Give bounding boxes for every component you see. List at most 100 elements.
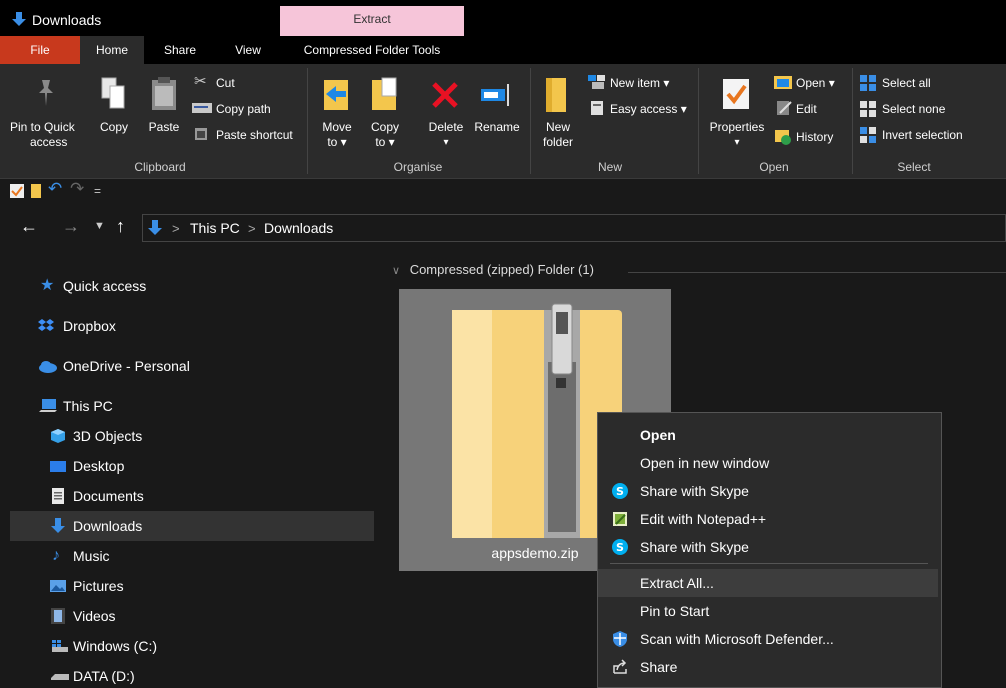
paste-shortcut-button[interactable]: Paste shortcut xyxy=(192,126,302,144)
edit-pencil-icon xyxy=(777,101,792,115)
menu-item-scan-with-defender[interactable]: Scan with Microsoft Defender... xyxy=(598,625,938,653)
nav-item-label: Downloads xyxy=(73,518,143,534)
rename-icon xyxy=(481,84,509,106)
menu-item-share[interactable]: Share xyxy=(598,653,938,681)
nav-item-pictures[interactable]: Pictures xyxy=(0,571,376,601)
tab-file[interactable]: File xyxy=(0,36,80,64)
pin-to-quick-access-button[interactable]: Pin to Quick access xyxy=(0,68,92,154)
properties-label: Properties xyxy=(709,120,765,134)
nav-item-label: Documents xyxy=(73,488,144,504)
copy-to-button[interactable]: Copy to ▾ xyxy=(364,68,406,154)
clipboard-icon xyxy=(152,77,176,110)
invert-selection-button[interactable]: Invert selection xyxy=(860,126,990,144)
cut-label: Cut xyxy=(216,76,235,90)
open-button[interactable]: Open ▾ xyxy=(774,74,850,92)
undo-icon[interactable]: ↶ xyxy=(48,179,62,199)
select-none-icon xyxy=(860,101,876,117)
nav-item-dropbox[interactable]: Dropbox xyxy=(0,311,376,341)
menu-item-label: Extract All... xyxy=(640,575,714,591)
download-arrow-icon xyxy=(12,12,26,26)
copy-folder-icon xyxy=(372,77,397,110)
delete-button[interactable]: Delete ▾ xyxy=(424,68,468,154)
nav-item-label: Videos xyxy=(73,608,116,624)
dropbox-icon xyxy=(38,319,54,331)
move-label-2: to ▾ xyxy=(327,135,347,149)
tab-home[interactable]: Home xyxy=(80,36,144,64)
nav-item-downloads[interactable]: Downloads xyxy=(10,511,374,541)
star-icon: ★ xyxy=(40,277,55,294)
new-folder-button[interactable]: New folder xyxy=(536,68,580,154)
title-bar xyxy=(0,0,1006,36)
edit-button[interactable]: Edit xyxy=(774,100,850,118)
copy-path-button[interactable]: Copy path xyxy=(192,100,302,118)
new-folder-qat-icon[interactable] xyxy=(30,183,42,199)
nav-item-onedrive[interactable]: OneDrive - Personal xyxy=(0,351,376,381)
move-to-button[interactable]: Move to ▾ xyxy=(316,68,358,154)
nav-item-this-pc[interactable]: This PC xyxy=(0,391,376,421)
tab-compressed-folder-tools[interactable]: Compressed Folder Tools xyxy=(280,36,464,64)
nav-item-videos[interactable]: Videos xyxy=(0,601,376,631)
history-icon xyxy=(775,130,791,145)
open-label: Open ▾ xyxy=(796,76,835,90)
group-divider xyxy=(530,68,531,174)
menu-item-label: Share xyxy=(640,659,678,675)
select-all-label: Select all xyxy=(882,76,931,90)
nav-item-music[interactable]: ♪ Music xyxy=(0,541,376,571)
menu-item-pin-to-start[interactable]: Pin to Start xyxy=(598,597,938,625)
breadcrumb-downloads[interactable]: Downloads xyxy=(264,220,333,236)
nav-item-data-d[interactable]: DATA (D:) xyxy=(0,661,376,688)
windows-drive-icon xyxy=(52,640,68,652)
select-none-button[interactable]: Select none xyxy=(860,100,980,118)
nav-item-windows-c[interactable]: Windows (C:) xyxy=(0,631,376,661)
rename-label: Rename xyxy=(474,120,520,134)
group-divider xyxy=(852,68,853,174)
rename-button[interactable]: Rename xyxy=(472,68,522,154)
group-header[interactable]: ∨ Compressed (zipped) Folder (1) xyxy=(392,262,594,277)
menu-item-share-with-skype-2[interactable]: S Share with Skype xyxy=(598,533,938,561)
breadcrumb-this-pc[interactable]: This PC xyxy=(190,220,240,236)
copy-icon xyxy=(101,77,125,109)
skype-icon: S xyxy=(612,539,628,555)
menu-item-label: Share with Skype xyxy=(640,539,749,555)
nav-item-documents[interactable]: Documents xyxy=(0,481,376,511)
menu-item-edit-with-notepadpp[interactable]: Edit with Notepad++ xyxy=(598,505,938,533)
customize-qat-dropdown-icon[interactable]: = xyxy=(94,184,101,198)
nav-item-3d-objects[interactable]: 3D Objects xyxy=(0,421,376,451)
menu-item-open[interactable]: Open xyxy=(598,421,938,449)
copy-to-label-1: Copy xyxy=(370,120,399,134)
forward-arrow-icon[interactable]: → xyxy=(62,216,80,237)
history-button[interactable]: History xyxy=(774,128,850,146)
menu-item-share-with-skype[interactable]: S Share with Skype xyxy=(598,477,938,505)
nav-item-label: Desktop xyxy=(73,458,125,474)
nav-item-desktop[interactable]: Desktop xyxy=(0,451,376,481)
open-folder-icon xyxy=(774,76,792,89)
easy-access-button[interactable]: Easy access ▾ xyxy=(588,100,698,118)
back-arrow-icon[interactable]: ← xyxy=(20,216,38,237)
properties-qat-icon[interactable] xyxy=(10,184,24,198)
paste-label: Paste xyxy=(148,120,180,134)
move-label-1: Move xyxy=(322,120,352,134)
tab-view[interactable]: View xyxy=(216,36,280,64)
open-group-label: Open xyxy=(759,160,789,174)
redo-icon[interactable]: ↷ xyxy=(70,179,84,199)
context-tab-extract[interactable]: Extract xyxy=(280,6,464,36)
up-arrow-icon[interactable]: ↑ xyxy=(116,216,125,237)
tab-share[interactable]: Share xyxy=(144,36,216,64)
menu-item-open-in-new-window[interactable]: Open in new window xyxy=(598,449,938,477)
select-group-label: Select xyxy=(897,160,931,174)
recent-locations-chevron-icon[interactable]: ▼ xyxy=(94,220,105,232)
copy-button[interactable]: Copy xyxy=(94,68,134,154)
pin-icon xyxy=(39,80,53,106)
properties-button[interactable]: Properties ▾ xyxy=(704,68,770,154)
new-item-button[interactable]: New item ▾ xyxy=(588,74,698,92)
menu-item-extract-all[interactable]: Extract All... xyxy=(598,569,938,597)
organise-group-label: Organise xyxy=(393,160,443,174)
edit-label: Edit xyxy=(796,102,817,116)
group-header-label: Compressed (zipped) Folder (1) xyxy=(409,262,594,277)
select-all-button[interactable]: Select all xyxy=(860,74,980,92)
breadcrumb-separator: > xyxy=(172,221,180,236)
paste-button[interactable]: Paste xyxy=(142,68,186,154)
cut-button[interactable]: ✂ Cut xyxy=(192,74,252,92)
pin-label-2: access xyxy=(30,135,68,149)
nav-item-quick-access[interactable]: ★ Quick access xyxy=(0,271,376,301)
